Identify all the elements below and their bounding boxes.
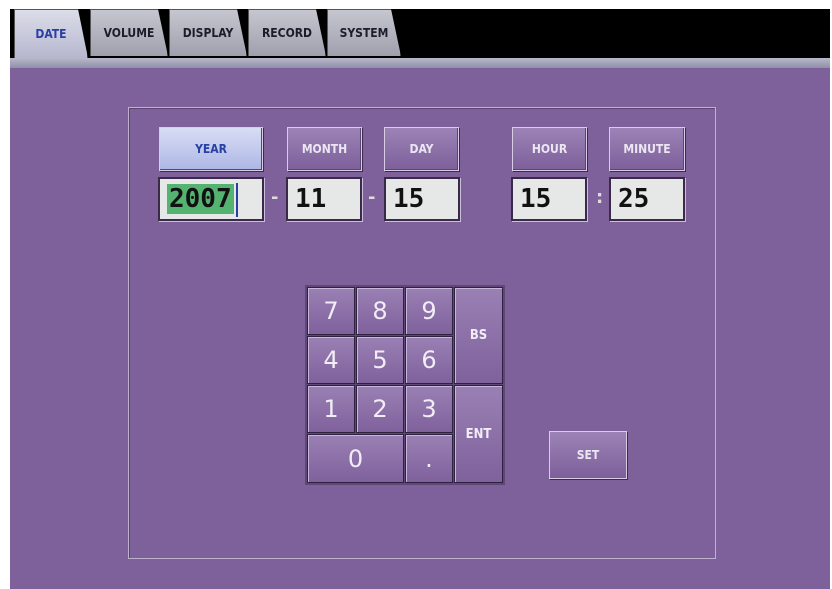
hour-button[interactable]: HOUR (512, 127, 587, 171)
key-decimal[interactable]: . (405, 434, 453, 483)
tab-volume[interactable]: VOLUME (90, 9, 168, 56)
minute-field[interactable]: 25 (609, 177, 685, 221)
date-separator: - (368, 187, 376, 208)
year-button[interactable]: YEAR (159, 127, 263, 171)
day-button[interactable]: DAY (384, 127, 459, 171)
date-settings-screen: YEAR MONTH DAY HOUR MINUTE 2007 - 11 - 1… (10, 68, 830, 589)
key-8[interactable]: 8 (356, 287, 404, 335)
numeric-keypad: 7 8 9 BS 4 5 6 1 2 3 ENT 0 . (305, 285, 505, 485)
time-separator: : (596, 187, 604, 208)
key-7[interactable]: 7 (307, 287, 355, 335)
tab-date[interactable]: DATE (14, 9, 88, 58)
hour-field[interactable]: 15 (511, 177, 587, 221)
text-cursor (235, 182, 238, 217)
key-0[interactable]: 0 (307, 434, 404, 483)
set-button[interactable]: SET (549, 431, 627, 479)
tab-underbar (10, 58, 830, 68)
day-field[interactable]: 15 (384, 177, 460, 221)
enter-key[interactable]: ENT (454, 385, 503, 483)
minute-button[interactable]: MINUTE (609, 127, 685, 171)
key-1[interactable]: 1 (307, 385, 355, 433)
year-field[interactable]: 2007 (158, 177, 264, 221)
year-value: 2007 (167, 184, 234, 214)
backspace-key[interactable]: BS (454, 287, 503, 384)
tab-system[interactable]: SYSTEM (327, 9, 401, 56)
key-2[interactable]: 2 (356, 385, 404, 433)
tab-bar: DATE VOLUME DISPLAY RECORD SYSTEM (10, 9, 830, 58)
key-9[interactable]: 9 (405, 287, 453, 335)
month-button[interactable]: MONTH (287, 127, 362, 171)
key-4[interactable]: 4 (307, 336, 355, 384)
tab-display[interactable]: DISPLAY (169, 9, 247, 56)
key-5[interactable]: 5 (356, 336, 404, 384)
key-6[interactable]: 6 (405, 336, 453, 384)
date-separator: - (271, 187, 279, 208)
tab-record[interactable]: RECORD (248, 9, 326, 56)
key-3[interactable]: 3 (405, 385, 453, 433)
month-field[interactable]: 11 (286, 177, 362, 221)
